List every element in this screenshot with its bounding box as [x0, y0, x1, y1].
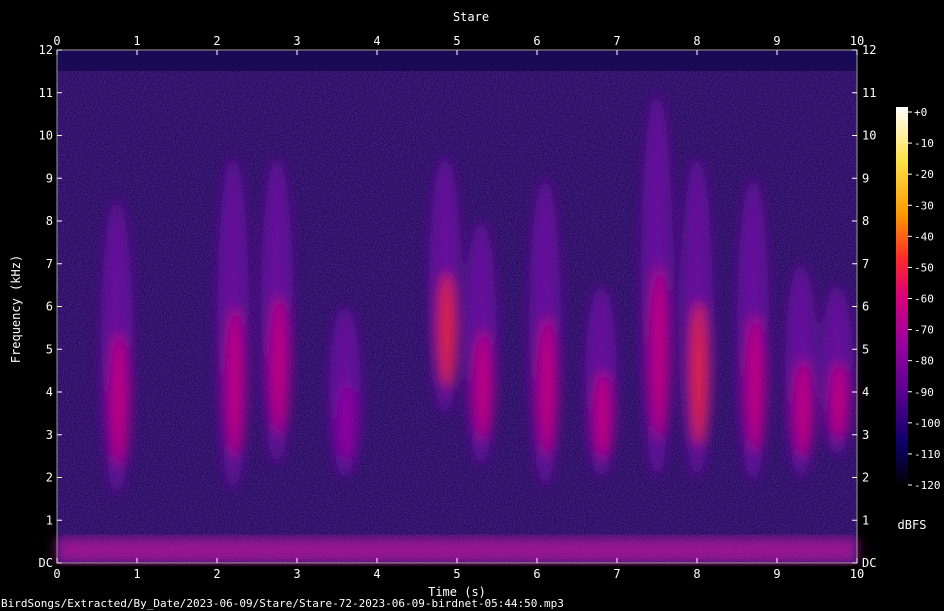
y-tick-label-left: 2 — [46, 471, 53, 485]
spectral-burst-core — [538, 316, 556, 456]
spectral-burst-core — [110, 332, 128, 466]
y-tick-label-left: DC — [39, 556, 53, 570]
colorbar-tick-label: -100 — [914, 417, 941, 430]
y-axis-label: Frequency (kHz) — [9, 255, 23, 363]
plot-area — [56, 49, 858, 564]
colorbar-tick-label: -80 — [914, 355, 934, 368]
chart-title: Stare — [453, 10, 489, 24]
x-tick-label-top: 9 — [773, 34, 780, 48]
colorbar: +0 -10 -20 -30 -40 -50 -60 -70 -80 -90 -100 -110 -12… — [896, 106, 941, 492]
x-tick-label-top: 0 — [53, 34, 60, 48]
x-tick-label-top: 2 — [213, 34, 220, 48]
spectral-burst-core — [650, 265, 668, 440]
y-tick-label-left: 12 — [39, 43, 53, 57]
y-tick-label-right: 10 — [862, 129, 876, 143]
spectral-burst-core — [690, 301, 708, 446]
y-tick-label-left: 1 — [46, 513, 53, 527]
y-tick-label-right: 8 — [862, 214, 869, 228]
y-tick-label-right: 12 — [862, 43, 876, 57]
y-tick-label-left: 11 — [39, 86, 53, 100]
y-tick-label-right: 3 — [862, 428, 869, 442]
colorbar-tick-label: -70 — [914, 324, 934, 337]
colorbar-tick-label: -90 — [914, 386, 934, 399]
x-tick-label-bottom: 8 — [693, 567, 700, 581]
y-tick-label-right: 2 — [862, 471, 869, 485]
x-tick-label-bottom: 6 — [533, 567, 540, 581]
colorbar-label: dBFS — [898, 518, 927, 532]
y-tick-label-left: 7 — [46, 257, 53, 271]
y-tick-label-left: 6 — [46, 300, 53, 314]
colorbar-tick-label: -120 — [914, 479, 941, 492]
y-tick-label-left: 5 — [46, 342, 53, 356]
y-tick-label-left: 9 — [46, 171, 53, 185]
y-tick-label-right: 4 — [862, 385, 869, 399]
spectral-burst-core — [338, 383, 356, 461]
colorbar-tick-label: -20 — [914, 168, 934, 181]
spectral-burst-core — [830, 362, 848, 440]
y-tick-label-left: 4 — [46, 385, 53, 399]
x-tick-label-bottom: 3 — [293, 567, 300, 581]
colorbar-tick-label: -10 — [914, 137, 934, 150]
x-tick-label-top: 7 — [613, 34, 620, 48]
colorbar-tick-label: -50 — [914, 261, 934, 274]
spectral-burst-core — [438, 272, 456, 388]
y-tick-label-right: 7 — [862, 257, 869, 271]
x-tick-label-top: 1 — [133, 34, 140, 48]
colorbar-tick-label: -110 — [914, 448, 941, 461]
colorbar-tick-label: +0 — [914, 106, 927, 119]
x-tick-label-top: 4 — [373, 34, 380, 48]
spectral-burst-core — [474, 330, 492, 441]
x-tick-label-bottom: 4 — [373, 567, 380, 581]
spectrogram-chart: Stare 001122334455667788991010DC DC1 12 23 3… — [1, 10, 941, 610]
spectral-burst-core — [794, 359, 812, 457]
colorbar-tick-label: -60 — [914, 293, 934, 306]
x-tick-label-bottom: 7 — [613, 567, 620, 581]
x-tick-label-bottom: 2 — [213, 567, 220, 581]
x-tick-label-top: 6 — [533, 34, 540, 48]
spectral-burst-core — [746, 314, 764, 452]
y-tick-label-right: 1 — [862, 513, 869, 527]
colorbar-gradient — [896, 107, 908, 487]
y-tick-label-right: 11 — [862, 86, 876, 100]
colorbar-tick-label: -30 — [914, 199, 934, 212]
x-tick-label-top: 3 — [293, 34, 300, 48]
spectral-burst-core — [226, 306, 244, 457]
x-tick-label-bottom: 0 — [53, 567, 60, 581]
x-tick-label-top: 8 — [693, 34, 700, 48]
y-tick-label-left: 10 — [39, 129, 53, 143]
y-tick-label-right: DC — [862, 556, 876, 570]
spectral-burst-core — [270, 295, 288, 434]
y-tick-label-right: 5 — [862, 342, 869, 356]
x-tick-label-bottom: 5 — [453, 567, 460, 581]
y-tick-label-right: 6 — [862, 300, 869, 314]
file-path-footer: BirdSongs/Extracted/By_Date/2023-06-09/S… — [1, 597, 564, 610]
y-tick-label-right: 9 — [862, 171, 869, 185]
spectral-burst-core — [594, 371, 612, 459]
x-tick-label-bottom: 1 — [133, 567, 140, 581]
x-tick-label-top: 5 — [453, 34, 460, 48]
y-tick-label-left: 8 — [46, 214, 53, 228]
colorbar-tick-label: -40 — [914, 230, 934, 243]
y-tick-label-left: 3 — [46, 428, 53, 442]
x-tick-label-bottom: 9 — [773, 567, 780, 581]
